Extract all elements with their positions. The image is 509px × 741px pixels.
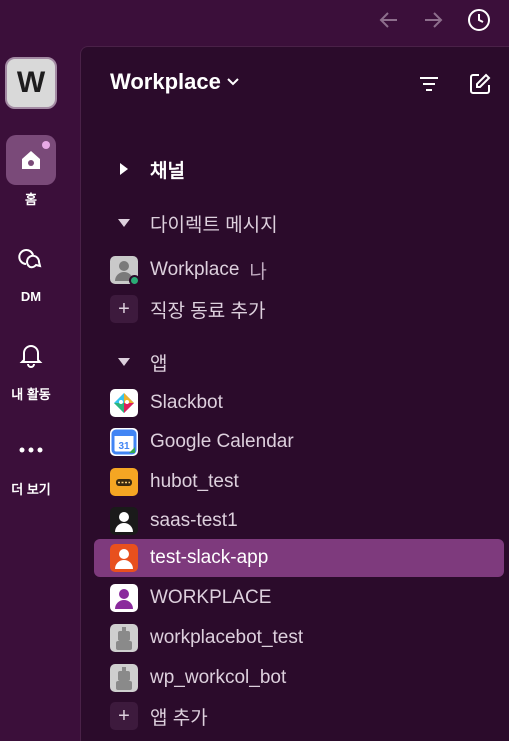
svg-text:31: 31 xyxy=(118,441,130,452)
filter-icon xyxy=(420,77,438,91)
caret-down-icon xyxy=(118,219,130,227)
app-item-test-slack-app[interactable]: test-slack-app xyxy=(94,539,504,577)
app-item-google-calendar[interactable]: 31 Google Calendar xyxy=(94,423,504,461)
person-icon xyxy=(110,584,138,612)
app-name: saas-test1 xyxy=(150,510,238,531)
app-item-workplacebot-test[interactable]: workplacebot_test xyxy=(94,619,504,657)
hubot-icon xyxy=(110,468,138,496)
section-channels[interactable]: 채널 xyxy=(94,150,504,188)
rail-item-dm[interactable]: DM xyxy=(0,235,62,304)
app-name: Slackbot xyxy=(150,392,223,413)
app-item-slackbot[interactable]: Slackbot xyxy=(94,384,504,422)
section-apps[interactable]: 앱 xyxy=(94,343,504,381)
plus-icon: + xyxy=(110,295,138,323)
rail-label-home: 홈 xyxy=(25,192,37,207)
app-item-hubot-test[interactable]: hubot_test xyxy=(94,463,504,501)
app-item-wp-workcol-bot[interactable]: wp_workcol_bot xyxy=(94,659,504,697)
rail-label-dm: DM xyxy=(20,289,42,304)
person-icon xyxy=(110,507,138,535)
slackbot-icon xyxy=(110,389,138,417)
compose-icon xyxy=(470,73,491,94)
rail-item-more[interactable]: 더 보기 xyxy=(0,425,62,498)
app-name: Google Calendar xyxy=(150,431,294,452)
workspace-switcher[interactable]: W xyxy=(5,57,57,109)
unread-dot xyxy=(42,141,50,149)
history-clock-icon[interactable] xyxy=(465,6,493,34)
robot-icon xyxy=(110,664,138,692)
presence-online-dot xyxy=(129,275,140,286)
chevron-down-icon xyxy=(227,78,239,86)
app-name: test-slack-app xyxy=(150,547,269,568)
section-channels-label: 채널 xyxy=(150,160,185,182)
top-bar xyxy=(0,0,509,40)
rail-label-more: 더 보기 xyxy=(11,482,51,497)
dm-icon xyxy=(18,249,42,269)
add-app-button[interactable]: + 앱 추가 xyxy=(94,697,504,735)
home-icon xyxy=(22,151,40,169)
app-name: wp_workcol_bot xyxy=(150,667,287,688)
dm-self-name: Workplace xyxy=(150,259,240,280)
person-icon xyxy=(110,544,138,572)
section-dm-label: 다이렉트 메시지 xyxy=(150,214,278,236)
robot-icon xyxy=(110,624,138,652)
app-item-saas-test1[interactable]: saas-test1 xyxy=(94,502,504,540)
avatar xyxy=(110,256,140,286)
rail-label-activity: 내 활동 xyxy=(11,387,51,402)
section-apps-label: 앱 xyxy=(150,353,168,375)
caret-right-icon xyxy=(120,163,128,175)
more-dots-icon xyxy=(19,447,43,453)
dm-item-self[interactable]: Workplace 나 xyxy=(94,251,504,289)
back-arrow-icon[interactable] xyxy=(375,6,403,34)
section-direct-messages[interactable]: 다이렉트 메시지 xyxy=(94,204,504,242)
workspace-menu[interactable]: Workplace xyxy=(110,69,239,95)
app-name: hubot_test xyxy=(150,471,239,492)
workspace-initial: W xyxy=(16,66,46,99)
bell-icon xyxy=(19,345,43,368)
app-name: WORKPLACE xyxy=(150,587,272,608)
google-calendar-icon: 31 xyxy=(110,428,138,456)
workspace-name: Workplace xyxy=(110,69,221,94)
app-item-workplace[interactable]: WORKPLACE xyxy=(94,579,504,617)
add-coworkers-label: 직장 동료 추가 xyxy=(150,300,266,322)
rail-item-home[interactable]: 홈 xyxy=(0,135,62,208)
add-app-label: 앱 추가 xyxy=(150,707,208,729)
filter-button[interactable] xyxy=(414,69,444,99)
add-coworkers-button[interactable]: + 직장 동료 추가 xyxy=(94,290,504,328)
rail-item-activity[interactable]: 내 활동 xyxy=(0,330,62,403)
compose-button[interactable] xyxy=(465,69,495,99)
plus-icon: + xyxy=(110,702,138,730)
sidebar-panel: Workplace 채널 다이렉트 메시지 Workplace 나 + 직장 동… xyxy=(80,46,509,741)
app-name: workplacebot_test xyxy=(150,627,304,648)
dm-self-tag: 나 xyxy=(249,261,267,283)
left-rail: W 홈 DM 내 활동 더 보기 xyxy=(0,40,80,741)
forward-arrow-icon[interactable] xyxy=(419,6,447,34)
caret-down-icon xyxy=(118,358,130,366)
